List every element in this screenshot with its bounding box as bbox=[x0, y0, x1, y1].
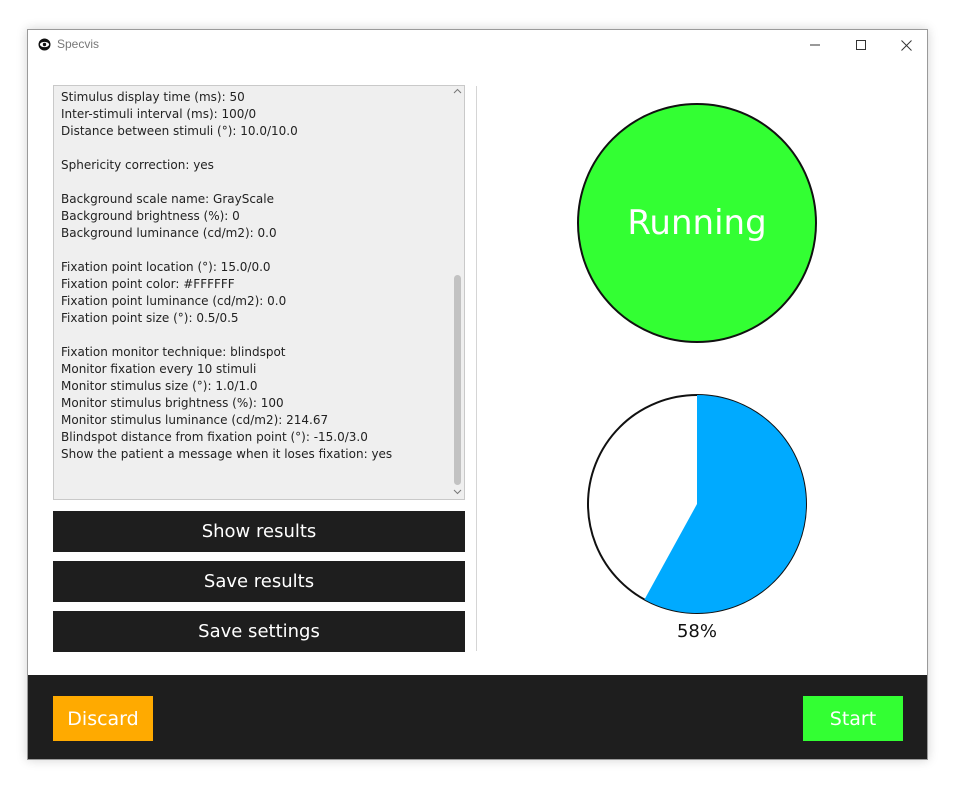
footer-bar: Discard Start bbox=[28, 675, 927, 759]
log-line: Monitor fixation every 10 stimuli bbox=[61, 362, 257, 376]
settings-log[interactable]: Stimulus display time (ms): 50 Inter-stim… bbox=[53, 85, 465, 500]
app-window: Specvis Stimulus display time (ms): 50 In… bbox=[27, 29, 928, 760]
eye-icon bbox=[38, 38, 51, 51]
log-line: Stimulus display time (ms): 50 bbox=[61, 90, 245, 104]
show-results-button[interactable]: Show results bbox=[53, 511, 465, 552]
window-title: Specvis bbox=[57, 37, 100, 51]
discard-button[interactable]: Discard bbox=[53, 696, 153, 741]
log-line: Fixation point size (°): 0.5/0.5 bbox=[61, 311, 239, 325]
log-line: Distance between stimuli (°): 10.0/10.0 bbox=[61, 124, 298, 138]
log-scrollbar[interactable] bbox=[451, 86, 464, 499]
status-text: Running bbox=[627, 203, 767, 243]
title-bar[interactable]: Specvis bbox=[28, 30, 927, 60]
log-line: Background luminance (cd/m2): 0.0 bbox=[61, 226, 277, 240]
start-button[interactable]: Start bbox=[803, 696, 903, 741]
log-line: Monitor stimulus size (°): 1.0/1.0 bbox=[61, 379, 258, 393]
scroll-thumb[interactable] bbox=[454, 275, 461, 485]
save-results-button[interactable]: Save results bbox=[53, 561, 465, 602]
save-settings-button[interactable]: Save settings bbox=[53, 611, 465, 652]
log-line: Fixation point color: #FFFFFF bbox=[61, 277, 235, 291]
log-line: Inter-stimuli interval (ms): 100/0 bbox=[61, 107, 257, 121]
panel-divider bbox=[476, 86, 477, 651]
close-icon bbox=[900, 39, 912, 51]
minimize-icon bbox=[810, 44, 820, 46]
log-line: Fixation point luminance (cd/m2): 0.0 bbox=[61, 294, 287, 308]
log-line: Show the patient a message when it loses… bbox=[61, 447, 393, 461]
log-line: Background scale name: GrayScale bbox=[61, 192, 274, 206]
log-line: Blindspot distance from fixation point (… bbox=[61, 430, 368, 444]
log-line: Monitor stimulus brightness (%): 100 bbox=[61, 396, 284, 410]
log-line: Fixation monitor technique: blindspot bbox=[61, 345, 286, 359]
scroll-up-arrow-icon[interactable] bbox=[453, 87, 462, 96]
log-line: Monitor stimulus luminance (cd/m2): 214.… bbox=[61, 413, 329, 427]
status-indicator: Running bbox=[577, 103, 817, 343]
log-line: Background brightness (%): 0 bbox=[61, 209, 240, 223]
log-line: Fixation point location (°): 15.0/0.0 bbox=[61, 260, 271, 274]
close-button[interactable] bbox=[883, 30, 927, 60]
progress-pie bbox=[587, 394, 807, 614]
maximize-button[interactable] bbox=[838, 30, 884, 60]
settings-log-text: Stimulus display time (ms): 50 Inter-stim… bbox=[61, 89, 446, 463]
scroll-down-arrow-icon[interactable] bbox=[453, 487, 462, 496]
log-line: Sphericity correction: yes bbox=[61, 158, 214, 172]
progress-label: 58% bbox=[676, 621, 717, 642]
maximize-icon bbox=[856, 40, 866, 50]
minimize-button[interactable] bbox=[792, 30, 838, 60]
